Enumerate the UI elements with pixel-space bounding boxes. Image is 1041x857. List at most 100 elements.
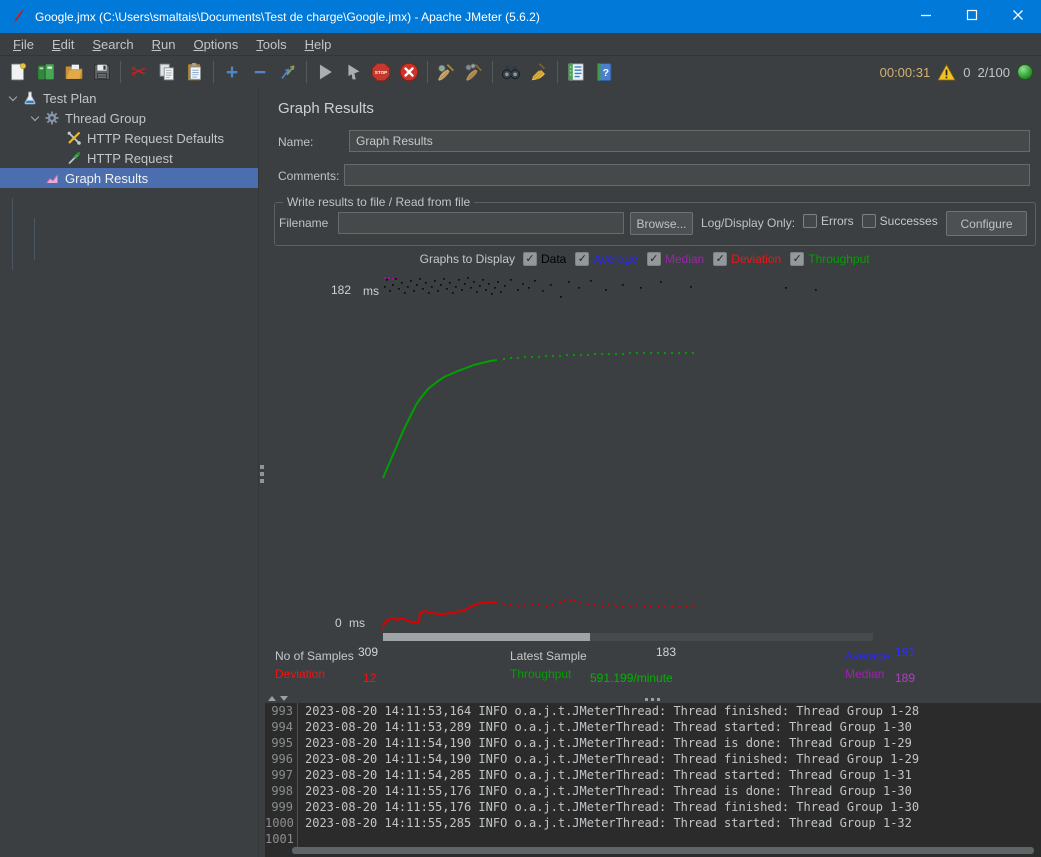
filename-label: Filename bbox=[279, 216, 328, 230]
test-running-indicator bbox=[1017, 64, 1033, 80]
log-line-text: 2023-08-20 14:11:53,164 INFO o.a.j.t.JMe… bbox=[305, 703, 919, 719]
splitter-collapse-down-icon[interactable] bbox=[280, 696, 288, 701]
test-plan-tree: Test Plan Thread Group HTTP Request Defaul… bbox=[0, 88, 258, 857]
tree-guide-line bbox=[12, 198, 13, 270]
start-button[interactable] bbox=[311, 58, 339, 86]
display-average-checkbox[interactable] bbox=[575, 252, 589, 266]
close-button[interactable] bbox=[995, 0, 1041, 33]
warning-count: 0 bbox=[963, 65, 970, 80]
tree-item-label: Test Plan bbox=[43, 91, 96, 106]
tree-item-http-request[interactable]: HTTP Request bbox=[0, 148, 258, 168]
menu-tools[interactable]: Tools bbox=[247, 35, 295, 54]
configure-button[interactable]: Configure bbox=[946, 211, 1027, 236]
log-horizontal-scrollbar[interactable] bbox=[292, 847, 1034, 854]
template-icon bbox=[35, 61, 57, 83]
stop-button[interactable]: STOP bbox=[367, 58, 395, 86]
comments-input[interactable] bbox=[344, 164, 1030, 186]
shutdown-button[interactable] bbox=[395, 58, 423, 86]
menu-options[interactable]: Options bbox=[184, 35, 247, 54]
display-median-checkbox[interactable] bbox=[647, 252, 661, 266]
splitter-collapse-up-icon[interactable] bbox=[268, 696, 276, 701]
log-line-number: 1000 bbox=[265, 815, 298, 831]
stat-median-label: Median bbox=[845, 667, 884, 681]
log-line-number: 994 bbox=[265, 719, 298, 735]
successes-checkbox[interactable] bbox=[862, 214, 876, 228]
minimize-button[interactable] bbox=[903, 0, 949, 33]
menu-search[interactable]: Search bbox=[83, 35, 142, 54]
log-scrollbar-thumb[interactable] bbox=[292, 847, 1034, 854]
display-data-option: Data bbox=[523, 252, 566, 266]
errors-checkbox[interactable] bbox=[803, 214, 817, 228]
log-line: 9982023-08-20 14:11:55,176 INFO o.a.j.t.… bbox=[265, 783, 1041, 799]
zoom-out-button[interactable]: − bbox=[246, 58, 274, 86]
clear-button[interactable] bbox=[432, 58, 460, 86]
zoom-in-icon: + bbox=[226, 62, 238, 83]
shutdown-icon bbox=[398, 61, 420, 83]
graph-scrollbar-thumb[interactable] bbox=[383, 633, 590, 641]
filename-input[interactable] bbox=[338, 212, 624, 234]
menu-help[interactable]: Help bbox=[296, 35, 341, 54]
graph-results-icon bbox=[44, 170, 60, 186]
graph-horizontal-scrollbar[interactable] bbox=[383, 633, 873, 641]
tree-item-thread-group[interactable]: Thread Group bbox=[0, 108, 258, 128]
tree-expand-chevron-icon[interactable] bbox=[6, 91, 20, 105]
search-reset-button[interactable] bbox=[525, 58, 553, 86]
stat-deviation-value: 12 bbox=[363, 671, 376, 685]
log-line-number: 996 bbox=[265, 751, 298, 767]
http-request-icon bbox=[66, 150, 82, 166]
log-line: 9942023-08-20 14:11:53,289 INFO o.a.j.t.… bbox=[265, 719, 1041, 735]
save-button[interactable] bbox=[88, 58, 116, 86]
summary-stats: No of Samples309Latest Sample183Average1… bbox=[265, 645, 1041, 691]
log-display-only-label: Log/Display Only: bbox=[701, 216, 795, 230]
paste-button[interactable] bbox=[181, 58, 209, 86]
maximize-button[interactable] bbox=[949, 0, 995, 33]
display-throughput-option: Throughput bbox=[790, 252, 869, 266]
jmeter-logo-icon bbox=[10, 9, 26, 25]
log-line-text: 2023-08-20 14:11:54,190 INFO o.a.j.t.JMe… bbox=[305, 735, 912, 751]
start-no-timers-button[interactable] bbox=[339, 58, 367, 86]
zoom-in-button[interactable]: + bbox=[218, 58, 246, 86]
graphs-to-display-row: Graphs to Display DataAverageMedianDevia… bbox=[265, 250, 1041, 268]
tree-item-test-plan[interactable]: Test Plan bbox=[0, 88, 258, 108]
toolbar: ✂+−STOP? 00:00:31 0 2/100 bbox=[0, 56, 1041, 89]
name-input[interactable] bbox=[349, 130, 1030, 152]
tree-expand-chevron-icon[interactable] bbox=[28, 111, 42, 125]
stat-throughput-label: Throughput bbox=[510, 667, 571, 681]
log-line-number: 998 bbox=[265, 783, 298, 799]
tree-item-http-request-defaults[interactable]: HTTP Request Defaults bbox=[0, 128, 258, 148]
clear-all-button[interactable] bbox=[460, 58, 488, 86]
function-helper-button[interactable] bbox=[562, 58, 590, 86]
menu-run[interactable]: Run bbox=[143, 35, 185, 54]
warning-indicator-icon[interactable] bbox=[937, 64, 956, 81]
cut-button[interactable]: ✂ bbox=[125, 58, 153, 86]
stat-throughput-value: 591.199/minute bbox=[590, 671, 673, 685]
display-data-label: Data bbox=[541, 252, 566, 266]
template-button[interactable] bbox=[32, 58, 60, 86]
copy-button[interactable] bbox=[153, 58, 181, 86]
display-deviation-checkbox[interactable] bbox=[713, 252, 727, 266]
menu-file[interactable]: File bbox=[4, 35, 43, 54]
menu-edit[interactable]: Edit bbox=[43, 35, 83, 54]
help-button[interactable]: ? bbox=[590, 58, 618, 86]
browse-button[interactable]: Browse... bbox=[630, 212, 693, 235]
name-label: Name: bbox=[278, 135, 313, 149]
tree-item-label: HTTP Request Defaults bbox=[87, 131, 224, 146]
display-throughput-checkbox[interactable] bbox=[790, 252, 804, 266]
toggle-button[interactable] bbox=[274, 58, 302, 86]
display-data-checkbox[interactable] bbox=[523, 252, 537, 266]
open-button[interactable] bbox=[60, 58, 88, 86]
title-bar: Google.jmx (C:\Users\smaltais\Documents\… bbox=[0, 0, 1041, 33]
clear-all-icon bbox=[463, 61, 485, 83]
log-line-number: 997 bbox=[265, 767, 298, 783]
svg-text:STOP: STOP bbox=[375, 70, 387, 75]
tree-item-graph-results[interactable]: Graph Results bbox=[0, 168, 258, 188]
close-icon bbox=[1012, 8, 1024, 26]
panel-splitter-horizontal[interactable] bbox=[265, 695, 1041, 703]
splitter-grip bbox=[645, 698, 660, 701]
successes-label: Successes bbox=[880, 214, 938, 228]
new-button[interactable] bbox=[4, 58, 32, 86]
log-line-number: 993 bbox=[265, 703, 298, 719]
stat-latest-sample-value: 183 bbox=[656, 645, 676, 659]
search-button[interactable] bbox=[497, 58, 525, 86]
splitter-grip bbox=[260, 465, 264, 483]
